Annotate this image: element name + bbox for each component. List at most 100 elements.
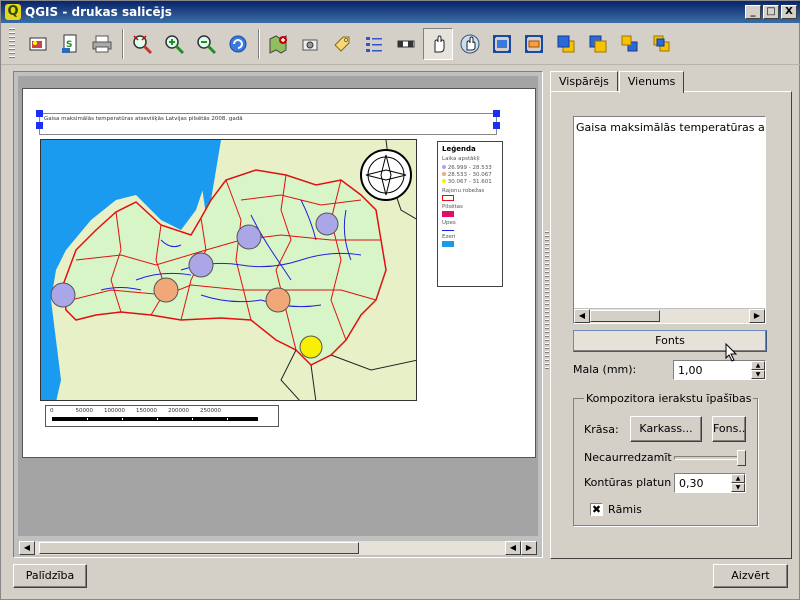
scalebar-item[interactable]: 0 50000 100000 150000 200000 250000 [45, 405, 279, 427]
spin-up-arrow[interactable]: ▲ [751, 361, 765, 370]
refresh-icon[interactable] [223, 28, 253, 60]
spin-up-arrow[interactable]: ▲ [731, 474, 745, 483]
city-marker [188, 252, 214, 278]
move-content-icon[interactable] [455, 28, 485, 60]
add-scalebar-icon[interactable] [391, 28, 421, 60]
city-marker [315, 212, 339, 236]
title-bar: Q QGIS - drukas salicējs _ □ X [1, 1, 800, 23]
city-marker [50, 282, 76, 308]
zoom-full-icon[interactable] [127, 28, 157, 60]
close-button[interactable]: Aizvērt [713, 564, 788, 588]
group-icon[interactable] [487, 28, 517, 60]
scalebar-labels: 0 50000 100000 150000 200000 250000 [50, 408, 221, 414]
add-photo-icon[interactable] [295, 28, 325, 60]
legend-range: 28.533 - 30.067 [442, 172, 498, 178]
city-marker [153, 277, 179, 303]
scroll-right-arrow[interactable]: ▶ [749, 309, 765, 323]
canvas-horizontal-scrollbar[interactable]: ◀ ◀ ▶ [18, 540, 538, 556]
add-map-icon[interactable] [263, 28, 293, 60]
scroll-left-arrow[interactable]: ◀ [505, 541, 521, 555]
opacity-label: Necaurredzamīt [584, 451, 672, 464]
color-label: Krāsa: [584, 423, 619, 436]
margin-label: Mala (mm): [573, 363, 637, 376]
legend-label-rivers: Upes [442, 220, 456, 226]
legend-title: Leģenda [442, 145, 476, 153]
scroll-right-arrow[interactable]: ▶ [521, 541, 537, 555]
scrollbar-thumb[interactable] [39, 542, 359, 554]
legend-swatch [442, 195, 454, 201]
panel-splitter[interactable] [545, 231, 549, 371]
legend-swatch [442, 211, 454, 217]
spin-down-arrow[interactable]: ▼ [731, 483, 745, 492]
text-horizontal-scrollbar[interactable]: ◀ ▶ [574, 308, 765, 323]
legend-label-cities: Pilsētas [442, 204, 463, 210]
ungroup-icon[interactable] [519, 28, 549, 60]
scroll-left-arrow[interactable]: ◀ [19, 541, 35, 555]
legend-label-districts: Rajonu robežas [442, 188, 485, 194]
outline-width-value: 0,30 [679, 477, 704, 490]
legend-range: 30.067 - 31.601 [442, 179, 498, 185]
title-label-text: Gaisa maksimālās temperatūras atsevišķās… [44, 116, 243, 122]
city-marker [265, 287, 291, 313]
zoom-in-icon[interactable] [159, 28, 189, 60]
tab-item[interactable]: Vienums [618, 71, 685, 93]
move-top-icon[interactable] [615, 28, 645, 60]
opacity-slider-handle[interactable] [737, 450, 746, 466]
title-label-item[interactable]: Gaisa maksimālās temperatūras atsevišķās… [39, 113, 497, 135]
add-legend-icon[interactable] [359, 28, 389, 60]
city-marker [299, 335, 323, 359]
qgis-logo-icon: Q [5, 4, 21, 20]
legend-item[interactable]: Leģenda Laika apstākļi 26.999 - 28.533 2… [437, 141, 503, 287]
scrollbar-thumb[interactable] [590, 310, 660, 322]
item-properties-panel: Gaisa maksimālās temperatūras atsevišķ ◀… [550, 91, 792, 559]
scroll-left-arrow[interactable]: ◀ [574, 309, 590, 323]
legend-swatch [442, 241, 454, 247]
group-title: Kompozitora ierakstu īpašības [584, 392, 754, 405]
selection-handle[interactable] [36, 110, 43, 117]
legend-range: 26.999 - 28.533 [442, 165, 498, 171]
margin-spinbox[interactable]: 1,00 ▲ ▼ [673, 360, 766, 380]
legend-swatch [442, 230, 454, 231]
selection-handle[interactable] [493, 122, 500, 129]
outline-width-label: Kontūras platun [584, 476, 672, 489]
zoom-out-icon[interactable] [191, 28, 221, 60]
maximize-button[interactable]: □ [763, 5, 779, 19]
tab-general[interactable]: Vispārējs [550, 71, 618, 92]
opacity-slider[interactable] [674, 456, 746, 460]
composer-item-properties-group: Kompozitora ierakstu īpašības Krāsa: Kar… [573, 392, 758, 526]
label-text-editor[interactable]: Gaisa maksimālās temperatūras atsevišķ ◀… [573, 116, 766, 324]
composer-toolbar: S [1, 23, 800, 65]
city-marker [236, 224, 262, 250]
add-image-icon[interactable] [23, 28, 53, 60]
mouse-pointer-icon [725, 342, 739, 366]
selection-handle[interactable] [493, 110, 500, 117]
close-window-button[interactable]: X [781, 5, 797, 19]
minimize-button[interactable]: _ [745, 5, 761, 19]
lower-icon[interactable] [583, 28, 613, 60]
canvas-view[interactable]: Gaisa maksimālās temperatūras atsevišķās… [18, 76, 538, 536]
add-label-icon[interactable] [327, 28, 357, 60]
select-move-icon[interactable] [423, 27, 453, 60]
outline-width-spinbox[interactable]: 0,30 ▲ ▼ [674, 473, 746, 493]
frame-color-button[interactable]: Karkass... [630, 416, 702, 442]
move-bottom-icon[interactable] [647, 28, 677, 60]
composition-canvas: Gaisa maksimālās temperatūras atsevišķās… [13, 71, 543, 558]
selection-handle[interactable] [36, 122, 43, 129]
paper-page: Gaisa maksimālās temperatūras atsevišķās… [22, 88, 536, 458]
map-item[interactable] [40, 139, 417, 401]
window-title: QGIS - drukas salicējs [25, 5, 172, 19]
panel-tabs: Vispārējs Vienums [550, 71, 685, 93]
label-text-value: Gaisa maksimālās temperatūras atsevišķ [576, 121, 765, 134]
legend-group-label: Laika apstākļi [442, 156, 480, 162]
raise-icon[interactable] [551, 28, 581, 60]
frame-checkbox-label: Rāmis [608, 503, 642, 516]
spin-down-arrow[interactable]: ▼ [751, 370, 765, 379]
toolbar-grip[interactable] [9, 27, 15, 60]
help-button[interactable]: Palīdzība [13, 564, 87, 588]
legend-label-lakes: Ezeri [442, 234, 456, 240]
background-color-button[interactable]: Fons... [712, 416, 746, 442]
print-icon[interactable] [87, 28, 117, 60]
scalebar-graphic [52, 417, 258, 421]
frame-checkbox[interactable]: ✖ [590, 503, 603, 516]
export-svg-icon[interactable]: S [55, 28, 85, 60]
